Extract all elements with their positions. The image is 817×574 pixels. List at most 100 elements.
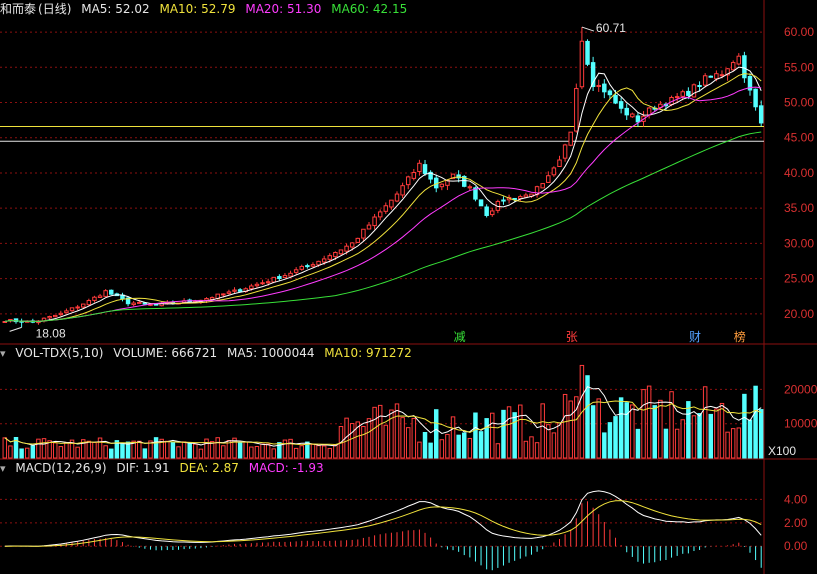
candle-body bbox=[400, 185, 405, 196]
price-tick-label: 50.00 bbox=[784, 96, 814, 110]
volume-bar bbox=[321, 445, 327, 459]
volume-bar bbox=[260, 443, 265, 459]
candle-body bbox=[596, 84, 601, 88]
volume-bar bbox=[590, 405, 596, 459]
volume-bar bbox=[512, 412, 517, 459]
candle-body bbox=[92, 296, 97, 301]
volume-bar bbox=[506, 406, 512, 459]
price-tick-label: 60.00 bbox=[784, 25, 814, 39]
volume-bar bbox=[411, 417, 417, 459]
volume-bar bbox=[394, 403, 400, 459]
volume-bar bbox=[557, 422, 562, 459]
volume-bar bbox=[372, 406, 377, 459]
volume-bar bbox=[428, 442, 433, 459]
event-label: 减 bbox=[454, 330, 466, 344]
candle-body bbox=[299, 265, 304, 270]
candle-body bbox=[109, 289, 114, 295]
candle-body bbox=[86, 300, 92, 306]
volume-bar bbox=[708, 413, 714, 459]
volume-bar bbox=[456, 434, 461, 459]
dea-line bbox=[4, 500, 762, 547]
candle-body bbox=[327, 255, 333, 260]
candle-body bbox=[377, 211, 383, 218]
candle-body bbox=[523, 194, 529, 198]
candle-body bbox=[736, 55, 742, 65]
candle-body bbox=[484, 206, 489, 216]
price-marker-leader bbox=[581, 26, 595, 32]
volume-bar bbox=[187, 442, 192, 459]
volume-bar bbox=[714, 408, 719, 459]
candle-body bbox=[624, 107, 629, 116]
candle-body bbox=[686, 90, 691, 96]
candle-body bbox=[574, 88, 579, 132]
candle-body bbox=[635, 115, 641, 123]
volume-bar bbox=[265, 443, 271, 459]
volume-bar bbox=[635, 428, 641, 459]
price-tick-label: 45.00 bbox=[784, 131, 814, 145]
candle-body bbox=[501, 199, 506, 202]
volume-bar bbox=[282, 439, 288, 459]
candle-body bbox=[103, 290, 108, 297]
candle-body bbox=[265, 281, 271, 284]
volume-bar bbox=[697, 413, 702, 459]
candle-body bbox=[254, 283, 260, 287]
candle-body bbox=[714, 73, 719, 80]
candle-body bbox=[618, 101, 624, 109]
volume-bar bbox=[64, 442, 69, 459]
candle-body bbox=[730, 62, 736, 71]
candle-body bbox=[355, 237, 361, 243]
price-tick-label: 20.00 bbox=[784, 307, 814, 321]
price-marker-leader bbox=[9, 326, 22, 332]
volume-bar bbox=[719, 402, 725, 459]
volume-bar bbox=[181, 441, 187, 459]
candle-body bbox=[366, 224, 372, 230]
volume-bar bbox=[8, 445, 13, 459]
volume-bar bbox=[680, 419, 685, 459]
volume-bar bbox=[730, 428, 736, 459]
volume-bar bbox=[193, 443, 198, 459]
high-price-label: 60.71 bbox=[596, 21, 626, 35]
candle-body bbox=[75, 306, 80, 309]
candle-body bbox=[316, 260, 321, 266]
volume-bar bbox=[86, 440, 92, 459]
volume-bar bbox=[758, 409, 764, 459]
candle-body bbox=[691, 84, 697, 98]
volume-bar bbox=[473, 412, 478, 459]
ma20-line bbox=[4, 86, 762, 323]
candle-body bbox=[58, 312, 64, 316]
volume-bar bbox=[490, 412, 495, 459]
volume-bar bbox=[316, 445, 321, 459]
volume-bar bbox=[204, 438, 209, 459]
volume-bar bbox=[249, 446, 254, 459]
candle-body bbox=[758, 105, 764, 124]
volume-bar bbox=[445, 433, 450, 459]
volume-bar bbox=[630, 404, 635, 459]
candle-body bbox=[405, 176, 411, 186]
candle-body bbox=[344, 245, 349, 252]
volume-bar bbox=[389, 409, 394, 459]
candle-body bbox=[310, 264, 316, 267]
volume-bar bbox=[462, 432, 467, 459]
volume-bar bbox=[142, 448, 148, 459]
volume-bar bbox=[92, 441, 97, 459]
candle-body bbox=[131, 302, 136, 306]
chart-canvas[interactable]: 20.00 25.00 30.00 35.00 40.00 45.00 50.00 55.00… bbox=[0, 0, 817, 574]
candle-body bbox=[288, 272, 293, 277]
volume-bar bbox=[495, 443, 501, 459]
candle-body bbox=[562, 144, 568, 159]
volume-bar bbox=[669, 391, 674, 459]
price-tick-label: 40.00 bbox=[784, 166, 814, 180]
volume-bar bbox=[478, 431, 484, 459]
volume-bar bbox=[618, 397, 624, 459]
candle-body bbox=[226, 291, 232, 294]
volume-bar bbox=[58, 446, 64, 459]
macd-tick-label: 2.00 bbox=[784, 516, 808, 530]
volume-bar bbox=[299, 445, 304, 459]
volume-bar bbox=[19, 448, 24, 459]
volume-bar bbox=[518, 404, 523, 459]
volume-bar bbox=[165, 440, 170, 459]
volume-bar bbox=[753, 385, 758, 459]
volume-bar bbox=[674, 428, 680, 459]
volume-bar bbox=[417, 441, 422, 459]
volume-bar bbox=[652, 405, 657, 459]
